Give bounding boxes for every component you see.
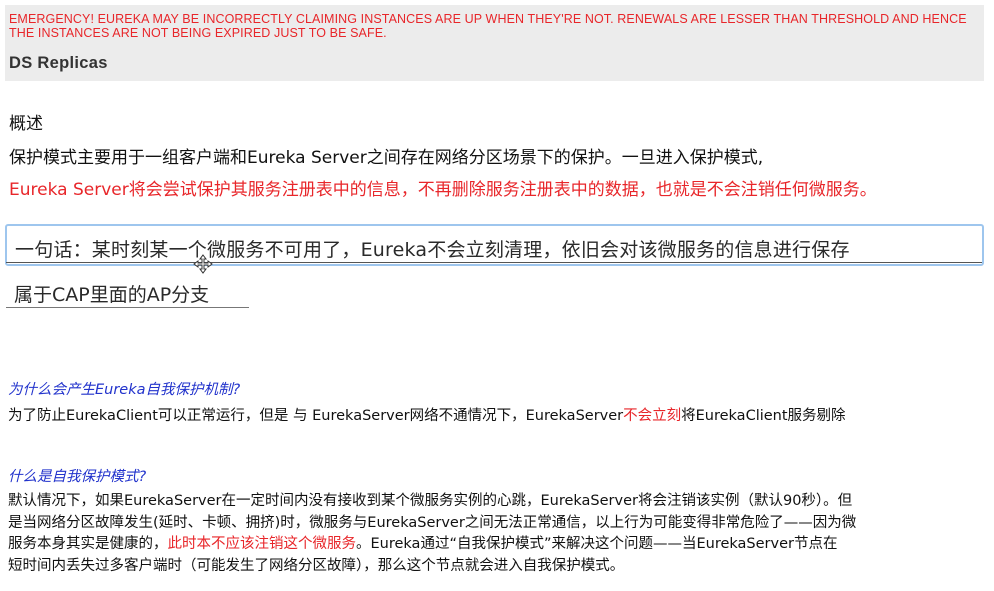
- what-line-1: 默认情况下，如果EurekaServer在一定时间内没有接收到某个微服务实例的心…: [8, 493, 853, 509]
- overview-line-2: Eureka Server将会尝试保护其服务注册表中的信息，不再删除服务注册表中…: [9, 180, 877, 200]
- page: EMERGENCY! EUREKA MAY BE INCORRECTLY CLA…: [0, 0, 994, 591]
- cap-text: 属于CAP里面的AP分支: [14, 284, 210, 306]
- section-body-why: 为了防止EurekaClient可以正常运行，但是 与 EurekaServer…: [8, 406, 846, 427]
- why-text-part-1: 为了防止EurekaClient可以正常运行，但是 与 EurekaServer…: [8, 408, 624, 424]
- cap-underline: [6, 307, 249, 308]
- what-line-3-part-1: 服务本身其实是健康的，: [8, 536, 168, 552]
- what-line-3-part-2: 。Eureka通过“自我保护模式”来解决这个问题——当EurekaServer节…: [356, 536, 838, 552]
- emergency-warning-text: EMERGENCY! EUREKA MAY BE INCORRECTLY CLA…: [9, 12, 967, 40]
- what-line-2: 是当网络分区故障发生(延时、卡顿、拥挤)时，微服务与EurekaServer之间…: [8, 514, 857, 531]
- why-text-part-2: 将EurekaClient服务剔除: [681, 408, 846, 424]
- section-body-what: 默认情况下，如果EurekaServer在一定时间内没有接收到某个微服务实例的心…: [8, 491, 988, 577]
- overview-heading: 概述: [9, 114, 43, 134]
- what-line-3: 服务本身其实是健康的，此时本不应该注销这个微服务。Eureka通过“自我保护模式…: [8, 534, 988, 556]
- overview-line-1: 保护模式主要用于一组客户端和Eureka Server之间存在网络分区场景下的保…: [9, 148, 764, 168]
- ds-replicas-title: DS Replicas: [9, 54, 108, 72]
- section-heading-what: 什么是自我保护模式?: [8, 469, 147, 485]
- move-cursor-icon: [193, 254, 213, 274]
- quote-underline: [6, 262, 982, 263]
- what-line-3-highlight: 此时本不应该注销这个微服务: [167, 536, 357, 552]
- what-line-4: 短时间内丢失过多客户端时（可能发生了网络分区故障），那么这个节点就会进入自我保护…: [8, 557, 625, 574]
- quote-text: 一句话：某时刻某一个微服务不可用了，Eureka不会立刻清理，依旧会对该微服务的…: [15, 239, 850, 261]
- selected-text-box[interactable]: 一句话：某时刻某一个微服务不可用了，Eureka不会立刻清理，依旧会对该微服务的…: [5, 224, 984, 266]
- why-text-highlight: 不会立刻: [623, 408, 682, 424]
- section-heading-why: 为什么会产生Eureka自我保护机制?: [8, 382, 241, 398]
- emergency-banner: EMERGENCY! EUREKA MAY BE INCORRECTLY CLA…: [5, 5, 984, 81]
